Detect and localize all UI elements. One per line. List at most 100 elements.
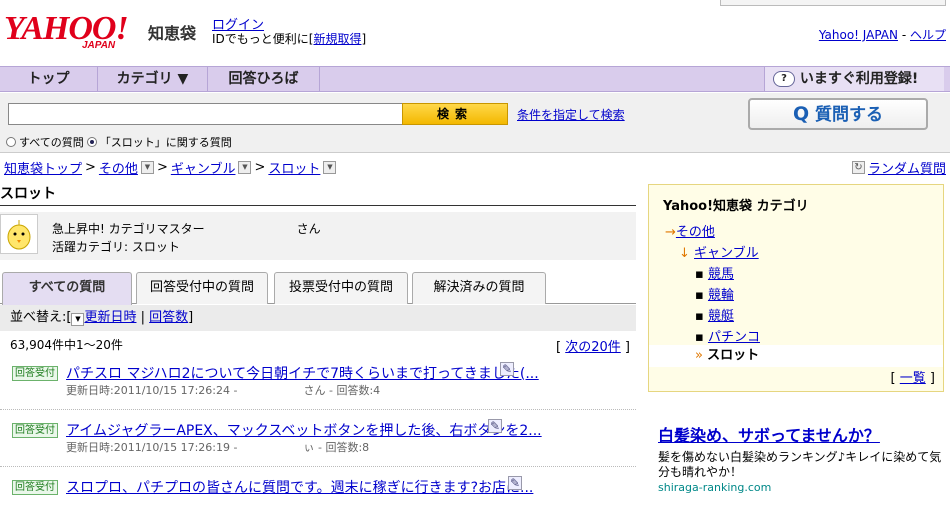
scope-category-radio[interactable]: [86, 137, 97, 147]
nav-top[interactable]: トップ: [0, 67, 98, 91]
question-title[interactable]: アイムジャグラーAPEX、マックスベットボタンを押した後、右ボタンを2...: [66, 420, 542, 440]
question-title[interactable]: スロプロ、パチプロの皆さんに質問です。週末に稼ぎに行きます?お店に...: [66, 477, 533, 497]
page-title: スロット: [0, 184, 636, 206]
category-list-link[interactable]: 一覧: [900, 371, 926, 386]
register-link[interactable]: 新規取得: [313, 32, 361, 46]
scope-category-label: 「スロット」に関する質問: [99, 136, 232, 149]
list-bracket-close: ]: [929, 371, 935, 386]
master-suffix: さん: [296, 222, 321, 236]
dropdown-icon[interactable]: ▼: [140, 161, 154, 174]
category-item-pachinko: ▪ パチンコ: [695, 326, 760, 345]
breadcrumb-slot[interactable]: スロット: [268, 158, 320, 177]
category-link[interactable]: 競艇: [708, 309, 734, 324]
tab-open[interactable]: 回答受付中の質問: [136, 272, 268, 304]
question-answers: さん - 回答数:4: [303, 384, 381, 397]
nav-category[interactable]: カテゴリ ▼: [98, 67, 208, 91]
bullet-icon: ▪: [695, 309, 704, 324]
tab-all[interactable]: すべての質問: [2, 272, 132, 305]
register-now-label: いますぐ利用登録!: [799, 71, 919, 87]
bullet-icon: ▪: [695, 267, 704, 282]
search-button[interactable]: 検索: [402, 103, 508, 125]
category-link[interactable]: ギャンブル: [694, 246, 759, 261]
category-list: [ 一覧 ]: [891, 367, 935, 386]
master-line2: 活躍カテゴリ: スロット: [52, 240, 180, 254]
master-label: 急上昇中! カテゴリマスター: [52, 222, 205, 236]
breadcrumb-other[interactable]: その他: [99, 158, 138, 177]
category-current: スロット: [707, 348, 760, 363]
register-now-button[interactable]: ? いますぐ利用登録!: [764, 67, 944, 91]
avatar[interactable]: [0, 214, 38, 254]
sort-desc-icon[interactable]: ▼: [71, 313, 85, 326]
master-line1: 急上昇中! カテゴリマスター さん: [52, 220, 321, 237]
category-master: 急上昇中! カテゴリマスター さん 活躍カテゴリ: スロット: [0, 212, 636, 260]
sort-answers-link[interactable]: 回答数: [149, 310, 188, 325]
category-item-slot: » スロット: [649, 345, 943, 367]
category-link[interactable]: 競馬: [708, 267, 734, 282]
scope-all-label: すべての質問: [19, 136, 84, 149]
top-search-box[interactable]: [720, 0, 946, 6]
dropdown-icon[interactable]: ▼: [323, 161, 337, 174]
breadcrumb-sep: >: [254, 160, 266, 175]
question-title[interactable]: パチスロ マジハロ2について今日朝イチで7時くらいまで打ってきました(...: [66, 363, 539, 383]
arrow-down-icon: ↓: [679, 246, 690, 261]
sort-suffix: ]: [188, 310, 194, 325]
bullet-icon: ▪: [695, 288, 704, 303]
header-sep: -: [901, 28, 907, 42]
login-sub-text: IDでもっと便利に[: [212, 32, 314, 46]
header: YAHOO! JAPAN 知恵袋 ログイン IDでもっと便利に[新規取得] Ya…: [0, 0, 950, 66]
dropdown-icon[interactable]: ▼: [238, 161, 252, 174]
next-page-link[interactable]: 次の20件: [565, 340, 621, 355]
login-sub: IDでもっと便利に[新規取得]: [212, 30, 366, 47]
search-scope: すべての質問 「スロット」に関する質問: [6, 134, 232, 150]
arrow-right-icon: →: [665, 225, 676, 240]
ask-question-button[interactable]: Q 質問する: [748, 98, 928, 130]
category-item-other: →その他: [665, 221, 715, 240]
question-tabs: すべての質問 回答受付中の質問 投票受付中の質問 解決済みの質問: [0, 272, 636, 305]
advanced-search-link[interactable]: 条件を指定して検索: [517, 106, 625, 123]
breadcrumb-gamble[interactable]: ギャンブル: [171, 158, 236, 177]
search-input[interactable]: [8, 103, 404, 125]
random-question-link[interactable]: ランダム質問: [868, 158, 946, 177]
next-page: [ 次の20件 ]: [556, 336, 630, 355]
header-links: Yahoo! JAPAN - ヘルプ: [819, 26, 946, 43]
service-name: 知恵袋: [148, 24, 197, 43]
nav-answer-plaza[interactable]: 回答ひろば: [208, 67, 320, 91]
refresh-icon[interactable]: ↻: [851, 161, 865, 174]
result-count: 63,904件中1〜20件: [10, 338, 123, 352]
category-link[interactable]: パチンコ: [708, 330, 760, 345]
sort-sep: |: [140, 310, 145, 325]
ad-block: 白髪染め、サボってませんか？ 髪を傷めない白髪染めランキング♪キレイに染めて気分…: [658, 422, 948, 494]
category-link[interactable]: その他: [676, 225, 715, 240]
yahoo-japan-link[interactable]: Yahoo! JAPAN: [819, 28, 898, 42]
help-link[interactable]: ヘルプ: [910, 28, 946, 42]
tab-voting[interactable]: 投票受付中の質問: [274, 272, 408, 304]
nav-bar: トップ カテゴリ ▼ 回答ひろば ? いますぐ利用登録!: [0, 66, 950, 92]
category-link[interactable]: 競輪: [708, 288, 734, 303]
sort-label: 並べ替え:[: [10, 310, 72, 325]
breadcrumb-top[interactable]: 知恵袋トップ: [4, 158, 82, 177]
bullet-icon: ▪: [695, 330, 704, 345]
question-updated: 更新日時:2011/10/15 17:26:19 -: [66, 441, 238, 454]
question-answers: ぃ - 回答数:8: [303, 441, 370, 454]
category-item-keirin: ▪ 競輪: [695, 284, 734, 303]
search-icon: Q: [792, 103, 810, 125]
list-bracket: [: [890, 371, 896, 386]
scope-all-radio[interactable]: [6, 137, 16, 147]
sort-updated-link[interactable]: 更新日時: [84, 310, 136, 325]
ask-button-label: 質問する: [815, 105, 884, 125]
attachment-icon: ✎: [488, 419, 502, 433]
category-box-title: Yahoo!知恵袋 カテゴリ: [663, 199, 809, 214]
breadcrumb-sep: >: [156, 160, 168, 175]
ad-text: 髪を傷めない白髪染めランキング♪キレイに染めて気分も晴れやか！: [658, 450, 942, 479]
status-badge: 回答受付: [12, 423, 58, 438]
login-sub-bracket: ]: [361, 32, 367, 46]
ad-headline[interactable]: 白髪染め、サボってませんか？: [658, 422, 948, 446]
sort-bar: 並べ替え:[▼ 更新日時 | 回答数]: [0, 305, 636, 331]
breadcrumb-sep: >: [85, 160, 96, 175]
status-badge: 回答受付: [12, 366, 58, 381]
search-bar: 検索 条件を指定して検索 すべての質問 「スロット」に関する質問 Q 質問する: [0, 93, 950, 153]
category-box: Yahoo!知恵袋 カテゴリ →その他 ↓ ギャンブル ▪ 競馬 ▪ 競輪 ▪ …: [648, 184, 944, 392]
help-icon: ?: [773, 71, 795, 87]
question-row: 回答受付 パチスロ マジハロ2について今日朝イチで7時くらいまで打ってきました(…: [0, 358, 636, 410]
tab-resolved[interactable]: 解決済みの質問: [412, 272, 546, 304]
